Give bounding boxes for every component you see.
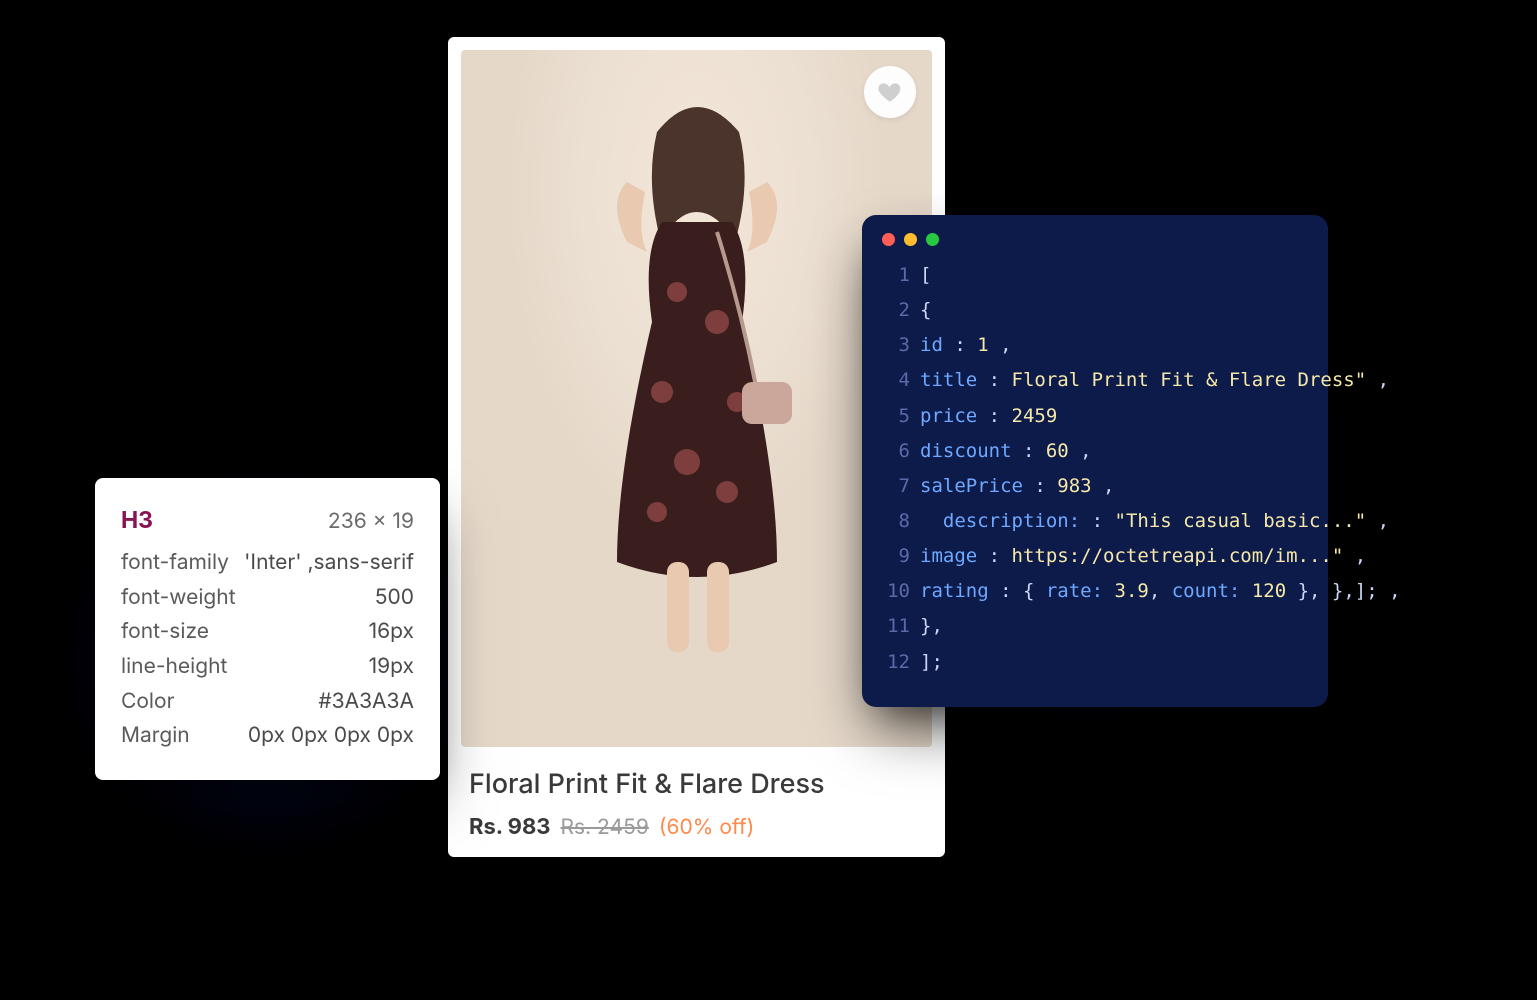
line-number: 12 bbox=[884, 645, 910, 680]
inspector-value: 500 bbox=[375, 581, 414, 616]
inspector-property: line-height bbox=[121, 650, 227, 685]
inspector-property: font-family bbox=[121, 546, 229, 581]
model-illustration bbox=[567, 92, 827, 682]
inspector-row: line-height 19px bbox=[121, 650, 414, 685]
line-number: 9 bbox=[884, 539, 910, 574]
inspector-value: 19px bbox=[369, 650, 414, 685]
line-number: 8 bbox=[884, 504, 910, 539]
line-number: 4 bbox=[884, 363, 910, 398]
code-editor-window: 1[ 2{ 3id : 1 , 4title : Floral Print Fi… bbox=[862, 215, 1328, 707]
line-number: 2 bbox=[884, 293, 910, 328]
inspector-value: #3A3A3A bbox=[318, 685, 414, 720]
line-number: 10 bbox=[884, 574, 910, 609]
inspector-row: Color #3A3A3A bbox=[121, 685, 414, 720]
inspector-property: Color bbox=[121, 685, 175, 720]
product-title: Floral Print Fit & Flare Dress bbox=[469, 767, 924, 800]
close-dot-icon[interactable] bbox=[882, 233, 895, 246]
inspector-row: Margin 0px 0px 0px 0px bbox=[121, 719, 414, 754]
inspector-property: font-weight bbox=[121, 581, 236, 616]
inspector-row: font-family 'Inter' ,sans-serif bbox=[121, 546, 414, 581]
discount-label: (60% off) bbox=[659, 815, 754, 840]
inspector-property: font-size bbox=[121, 615, 209, 650]
line-number: 5 bbox=[884, 399, 910, 434]
minimize-dot-icon[interactable] bbox=[904, 233, 917, 246]
inspector-dimensions: 236 × 19 bbox=[328, 505, 414, 540]
inspector-value: 'Inter' ,sans-serif bbox=[244, 546, 414, 581]
inspector-row: font-weight 500 bbox=[121, 581, 414, 616]
line-number: 3 bbox=[884, 328, 910, 363]
window-traffic-lights bbox=[862, 215, 1328, 254]
original-price: Rs. 2459 bbox=[560, 815, 648, 840]
line-number: 6 bbox=[884, 434, 910, 469]
inspector-element-tag: H3 bbox=[121, 502, 153, 540]
line-number: 1 bbox=[884, 258, 910, 293]
line-number: 11 bbox=[884, 609, 910, 644]
inspector-value: 16px bbox=[369, 615, 414, 650]
inspector-value: 0px 0px 0px 0px bbox=[248, 719, 414, 754]
inspector-property: Margin bbox=[121, 719, 190, 754]
code-body: 1[ 2{ 3id : 1 , 4title : Floral Print Fi… bbox=[862, 254, 1328, 698]
inspector-row: font-size 16px bbox=[121, 615, 414, 650]
price-row: Rs. 983 Rs. 2459 (60% off) bbox=[469, 814, 924, 840]
css-inspector-tooltip: H3 236 × 19 font-family 'Inter' ,sans-ser… bbox=[95, 478, 440, 780]
wishlist-button[interactable] bbox=[864, 66, 916, 118]
sale-price: Rs. 983 bbox=[469, 814, 550, 840]
zoom-dot-icon[interactable] bbox=[926, 233, 939, 246]
heart-icon bbox=[877, 79, 903, 105]
line-number: 7 bbox=[884, 469, 910, 504]
inspector-rows: font-family 'Inter' ,sans-seriffont-weigh… bbox=[121, 546, 414, 754]
